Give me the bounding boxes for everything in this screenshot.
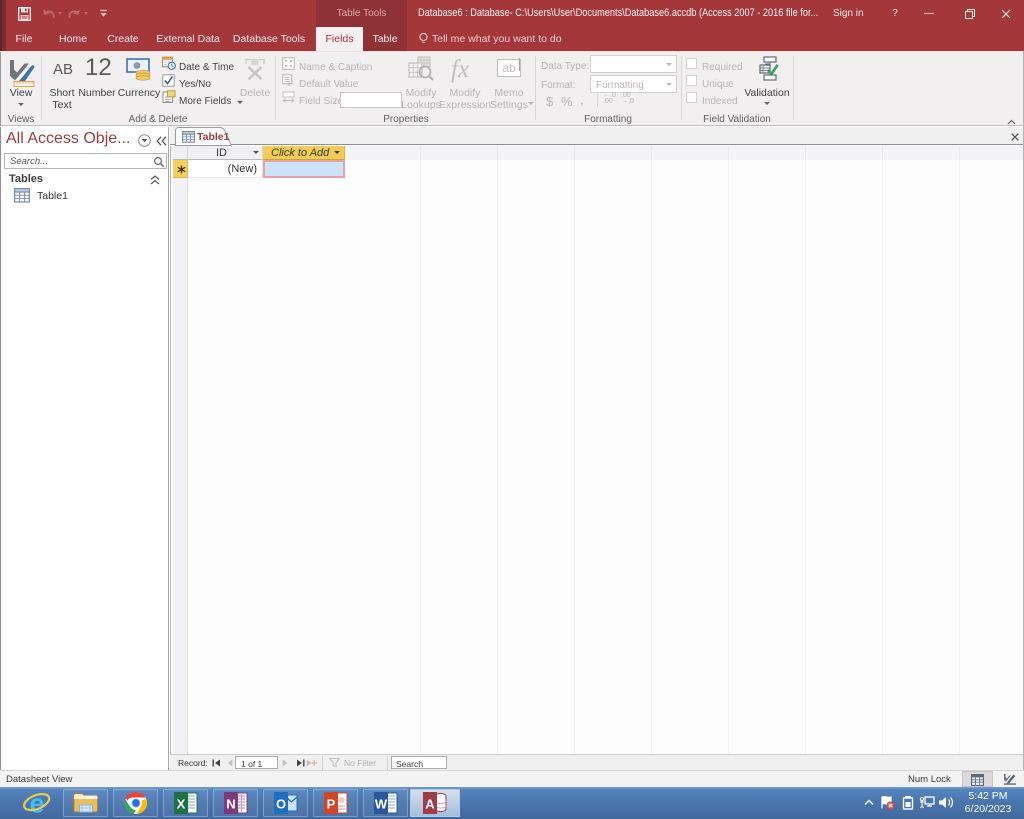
svg-text:W: W [375, 797, 388, 812]
svg-text:N: N [226, 797, 235, 812]
svg-text:P: P [327, 797, 336, 812]
svg-text:X: X [177, 797, 186, 812]
svg-text:A: A [425, 797, 435, 812]
svg-text:O: O [276, 797, 286, 812]
